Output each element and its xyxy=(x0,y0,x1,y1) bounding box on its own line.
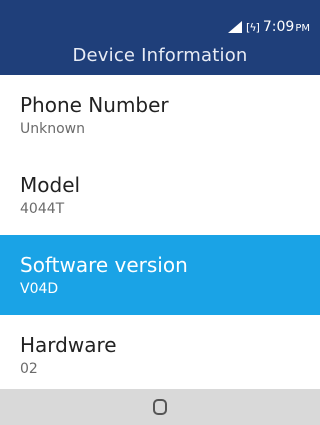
device-info-screen: [ϟ] 7:09PM Device Information Phone Numb… xyxy=(0,0,320,425)
clock: 7:09PM xyxy=(263,19,310,35)
info-list: Phone Number Unknown Model 4044T Softwar… xyxy=(0,75,320,395)
item-value: V04D xyxy=(20,281,59,297)
clock-time: 7:09 xyxy=(262,19,295,35)
list-item-model[interactable]: Model 4044T xyxy=(0,155,320,235)
list-item-hardware[interactable]: Hardware 02 xyxy=(0,315,320,395)
page-title: Device Information xyxy=(72,45,248,66)
item-value: 02 xyxy=(20,361,38,377)
status-bar: [ϟ] 7:09PM xyxy=(228,18,310,36)
home-button-icon[interactable] xyxy=(153,399,167,415)
item-value: Unknown xyxy=(20,121,85,137)
clock-ampm: PM xyxy=(295,23,310,34)
item-label: Phone Number xyxy=(20,93,169,117)
item-label: Model xyxy=(20,173,81,197)
list-item-software-version[interactable]: Software version V04D xyxy=(0,235,320,315)
app-header: [ϟ] 7:09PM Device Information xyxy=(0,0,320,75)
item-value: 4044T xyxy=(20,201,65,217)
item-label: Software version xyxy=(20,253,188,277)
list-item-phone-number[interactable]: Phone Number Unknown xyxy=(0,75,320,155)
navigation-bar xyxy=(0,389,320,425)
item-label: Hardware xyxy=(20,333,117,357)
battery-charging-icon: [ϟ] xyxy=(246,20,260,34)
signal-strength-icon xyxy=(228,21,243,33)
